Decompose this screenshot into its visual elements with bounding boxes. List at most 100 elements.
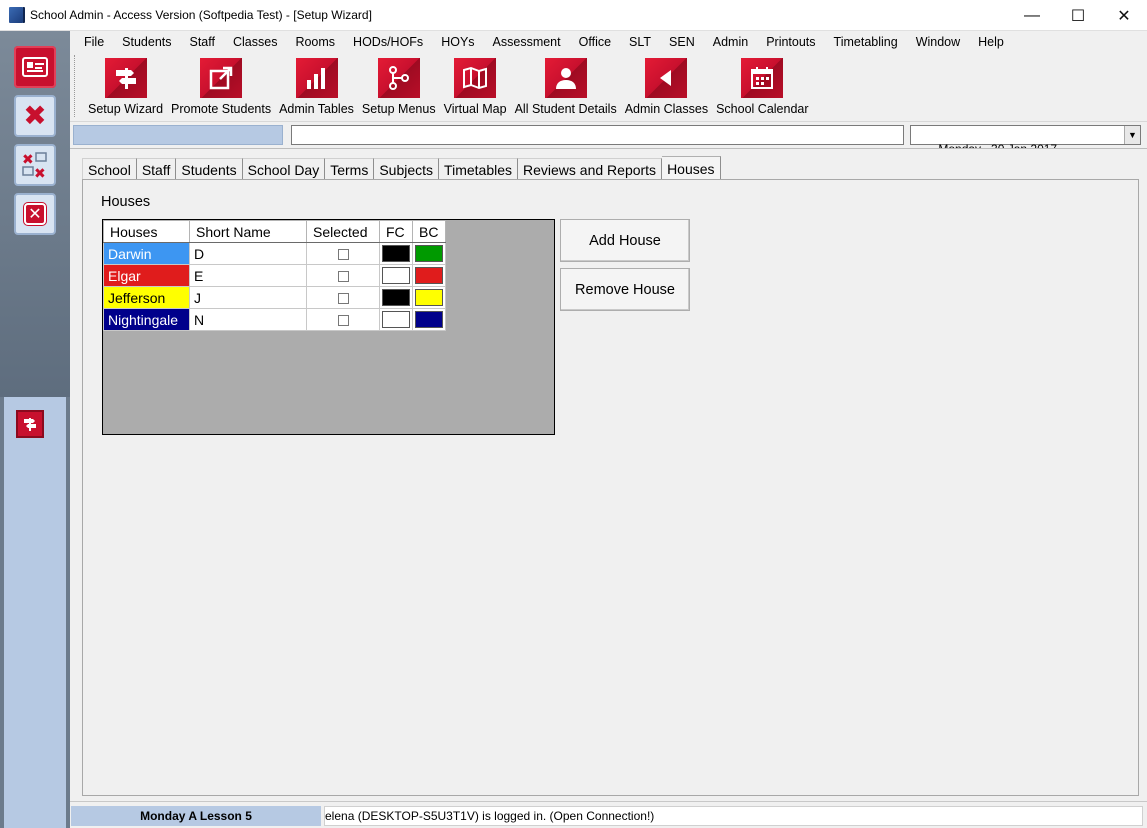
selected-checkbox[interactable] (337, 271, 349, 283)
date-dropdown[interactable]: Monday 30 Jan 2017 ▼ (910, 125, 1141, 156)
window-controls: — ☐ ✕ (1009, 0, 1147, 31)
fc-color-swatch[interactable] (382, 311, 410, 328)
virtual-map-button[interactable]: Virtual Map (440, 52, 511, 120)
menu-hoys[interactable]: HOYs (432, 35, 483, 49)
table-row[interactable]: Elgar E (103, 264, 446, 287)
tab-timetables[interactable]: Timetables (439, 158, 518, 180)
chevron-down-icon[interactable]: ▼ (1124, 126, 1140, 144)
remove-house-button[interactable]: Remove House (560, 268, 690, 311)
table-row[interactable]: Jefferson J (103, 286, 446, 309)
house-name-cell[interactable]: Nightingale (103, 308, 190, 331)
short-name-cell[interactable]: E (189, 264, 307, 287)
fc-cell[interactable] (379, 286, 413, 309)
status-bar: Monday A Lesson 5 elena (DESKTOP-S5U3T1V… (70, 801, 1147, 828)
close-button[interactable]: ✕ (1101, 0, 1147, 31)
bc-color-swatch[interactable] (415, 245, 443, 262)
tab-school[interactable]: School (82, 158, 137, 180)
close-form-button[interactable]: ✕ (14, 193, 56, 235)
menu-help[interactable]: Help (969, 35, 1013, 49)
fc-color-swatch[interactable] (382, 289, 410, 306)
fc-cell[interactable] (379, 242, 413, 265)
menu-sen[interactable]: SEN (660, 35, 704, 49)
fc-cell[interactable] (379, 308, 413, 331)
menu-printouts[interactable]: Printouts (757, 35, 824, 49)
all-student-details-button[interactable]: All Student Details (511, 52, 621, 120)
app-icon (9, 7, 23, 23)
menu-office[interactable]: Office (570, 35, 620, 49)
fc-cell[interactable] (379, 264, 413, 287)
menu-file[interactable]: File (70, 35, 113, 49)
short-name-cell[interactable]: N (189, 308, 307, 331)
bc-cell[interactable] (412, 308, 446, 331)
selected-checkbox[interactable] (337, 249, 349, 261)
menu-slt[interactable]: SLT (620, 35, 660, 49)
menu-hods-hofs[interactable]: HODs/HOFs (344, 35, 432, 49)
tab-subjects[interactable]: Subjects (374, 158, 440, 180)
bc-cell[interactable] (412, 264, 446, 287)
menu-students[interactable]: Students (113, 35, 180, 49)
ribbon-label: All Student Details (514, 102, 617, 116)
panel-title: Houses (101, 194, 151, 210)
id-card-button[interactable] (14, 46, 56, 88)
red-x-icon: ✖ (23, 100, 47, 131)
back-arrow-icon (645, 58, 688, 98)
menu-timetabling[interactable]: Timetabling (825, 35, 907, 49)
delete-button[interactable]: ✖ (14, 95, 56, 137)
setup-wizard-shortcut[interactable] (16, 410, 44, 438)
selected-checkbox[interactable] (337, 315, 349, 327)
svg-text:✖: ✖ (22, 152, 34, 168)
menu-window[interactable]: Window (907, 35, 969, 49)
column-header-selected[interactable]: Selected (306, 220, 380, 243)
table-row[interactable]: Darwin D (103, 242, 446, 265)
bc-color-swatch[interactable] (415, 267, 443, 284)
column-header-fc[interactable]: FC (379, 220, 413, 243)
tab-school-day[interactable]: School Day (242, 158, 326, 180)
tab-terms[interactable]: Terms (325, 158, 375, 180)
house-name-cell[interactable]: Jefferson (103, 286, 190, 309)
house-name-cell[interactable]: Darwin (103, 242, 190, 265)
selected-cell[interactable] (306, 286, 380, 309)
selected-cell[interactable] (306, 242, 380, 265)
table-row[interactable]: Nightingale N (103, 308, 446, 331)
close-box-icon: ✕ (24, 203, 46, 225)
bc-color-swatch[interactable] (415, 289, 443, 306)
house-name-cell[interactable]: Elgar (103, 264, 190, 287)
menu-admin[interactable]: Admin (704, 35, 757, 49)
delete-all-button[interactable]: ✖ ✖ (14, 144, 56, 186)
selected-cell[interactable] (306, 264, 380, 287)
menu-classes[interactable]: Classes (224, 35, 286, 49)
maximize-button[interactable]: ☐ (1055, 0, 1101, 31)
column-header-bc[interactable]: BC (412, 220, 446, 243)
tab-houses[interactable]: Houses (662, 156, 721, 180)
promote-students-button[interactable]: Promote Students (167, 52, 275, 120)
admin-classes-button[interactable]: Admin Classes (621, 52, 712, 120)
fc-color-swatch[interactable] (382, 267, 410, 284)
bc-cell[interactable] (412, 286, 446, 309)
admin-tables-button[interactable]: Admin Tables (275, 52, 358, 120)
selected-cell[interactable] (306, 308, 380, 331)
main-area: School Staff Students School Day Terms S… (70, 148, 1147, 801)
minimize-button[interactable]: — (1009, 0, 1055, 31)
school-calendar-button[interactable]: School Calendar (712, 52, 812, 120)
search-input[interactable] (291, 125, 904, 145)
bc-color-swatch[interactable] (415, 311, 443, 328)
tab-staff[interactable]: Staff (136, 158, 177, 180)
add-house-button[interactable]: Add House (560, 219, 690, 262)
short-name-cell[interactable]: J (189, 286, 307, 309)
ribbon-label: Promote Students (171, 102, 272, 116)
toolbar-grip[interactable] (74, 55, 80, 117)
column-header-short-name[interactable]: Short Name (189, 220, 307, 243)
menu-rooms[interactable]: Rooms (286, 35, 344, 49)
tab-students[interactable]: Students (176, 158, 243, 180)
selected-checkbox[interactable] (337, 293, 349, 305)
bc-cell[interactable] (412, 242, 446, 265)
menu-staff[interactable]: Staff (181, 35, 224, 49)
fc-color-swatch[interactable] (382, 245, 410, 262)
id-card-icon (22, 57, 48, 77)
menu-assessment[interactable]: Assessment (484, 35, 570, 49)
setup-menus-button[interactable]: Setup Menus (358, 52, 440, 120)
setup-wizard-button[interactable]: Setup Wizard (84, 52, 167, 120)
tab-reviews-and-reports[interactable]: Reviews and Reports (518, 158, 663, 180)
column-header-houses[interactable]: Houses (103, 220, 190, 243)
short-name-cell[interactable]: D (189, 242, 307, 265)
